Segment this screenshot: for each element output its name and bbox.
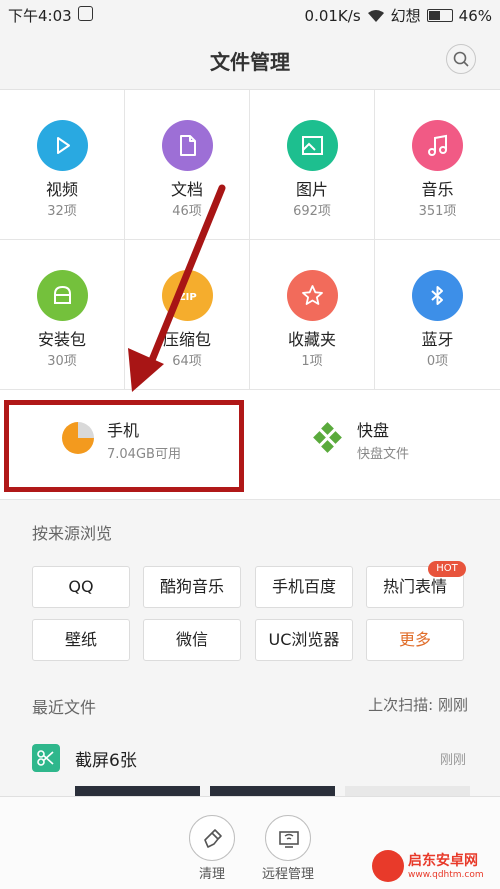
category-count: 692项 [293, 204, 331, 219]
category-label: 视频 [45, 180, 78, 199]
category-label: 图片 [295, 180, 328, 199]
broom-icon [204, 829, 222, 848]
star-icon [287, 270, 338, 321]
search-button[interactable] [446, 44, 476, 74]
wifi-icon [367, 9, 384, 22]
source-wallpaper[interactable]: 壁纸 [32, 619, 130, 661]
recent-file-name: 截屏6张 [75, 751, 137, 771]
remote-manage-button[interactable] [265, 815, 311, 861]
clean-button[interactable] [189, 815, 235, 861]
watermark: 启东安卓网 www.qdhtm.com [372, 848, 498, 886]
category-label: 压缩包 [162, 330, 211, 349]
watermark-url: www.qdhtm.com [408, 870, 484, 880]
android-icon [37, 270, 88, 321]
remote-icon [279, 831, 299, 848]
zip-icon: ZIP [162, 270, 213, 321]
category-count: 30项 [47, 354, 77, 369]
kuaipan-item[interactable]: 快盘 快盘文件 [250, 390, 500, 500]
storage-pie-icon [62, 422, 94, 454]
category-count: 351项 [418, 204, 457, 219]
hot-badge: HOT [428, 561, 466, 577]
status-time: 下午4:03 [8, 7, 72, 25]
recent-file-time: 刚刚 [439, 753, 466, 768]
category-count: 46项 [172, 204, 202, 219]
image-icon [287, 120, 338, 171]
phone-storage-title: 手机 [107, 421, 140, 440]
source-wechat[interactable]: 微信 [143, 619, 241, 661]
category-favorites[interactable]: 收藏夹 1项 [250, 240, 375, 390]
battery-percent: 46% [458, 6, 492, 25]
source-qq[interactable]: QQ [32, 566, 130, 608]
category-zip[interactable]: ZIP 压缩包 64项 [125, 240, 250, 390]
category-grid: 视频 32项 文档 46项 图片 692项 音乐 351项 安装包 30项 ZI… [0, 90, 500, 390]
category-image[interactable]: 图片 692项 [250, 90, 375, 240]
category-video[interactable]: 视频 32项 [0, 90, 125, 240]
category-count: 32项 [47, 204, 77, 219]
recent-heading: 最近文件 [32, 698, 97, 717]
category-document[interactable]: 文档 46项 [125, 90, 250, 240]
notification-icon [78, 6, 93, 21]
category-count: 64项 [172, 354, 202, 369]
source-uc-browser[interactable]: UC浏览器 [255, 619, 353, 661]
kuaipan-subtitle: 快盘文件 [357, 447, 410, 462]
category-music[interactable]: 音乐 351项 [375, 90, 500, 240]
battery-icon [426, 9, 453, 22]
source-more[interactable]: 更多 [366, 619, 464, 661]
search-icon [453, 51, 469, 67]
source-kugou[interactable]: 酷狗音乐 [143, 566, 241, 608]
zip-icon-text: ZIP [178, 292, 196, 303]
recent-file-item[interactable]: 截屏6张 刚刚 [0, 726, 500, 786]
network-speed: 0.01K/s [304, 6, 361, 25]
status-bar: 下午4:03 0.01K/s 幻想 46% [0, 0, 500, 28]
document-icon [162, 120, 213, 171]
kuaipan-title: 快盘 [357, 421, 390, 440]
bluetooth-icon [412, 270, 463, 321]
remote-manage-label: 远程管理 [261, 867, 314, 882]
category-label: 蓝牙 [421, 330, 454, 349]
source-baidu[interactable]: 手机百度 [255, 566, 353, 608]
source-heading: 按来源浏览 [32, 524, 113, 543]
last-scan-label: 上次扫描: 刚刚 [368, 696, 468, 714]
category-label: 安装包 [37, 330, 86, 349]
category-count: 0项 [426, 354, 449, 369]
category-count: 1项 [301, 354, 323, 369]
category-label: 收藏夹 [287, 330, 336, 349]
carrier-name: 幻想 [390, 7, 421, 25]
watermark-logo-icon [372, 850, 404, 882]
storage-section: 手机 7.04GB可用 快盘 快盘文件 [0, 390, 500, 500]
category-bluetooth[interactable]: 蓝牙 0项 [375, 240, 500, 390]
category-label: 音乐 [421, 180, 454, 199]
music-icon [412, 120, 463, 171]
play-icon [37, 120, 88, 171]
phone-storage-free: 7.04GB可用 [107, 447, 181, 462]
watermark-name: 启东安卓网 [408, 853, 478, 869]
title-bar: 文件管理 [0, 28, 500, 90]
category-apk[interactable]: 安装包 30项 [0, 240, 125, 390]
status-right: 0.01K/s 幻想 46% [305, 5, 492, 26]
page-title: 文件管理 [210, 50, 290, 74]
phone-storage-item[interactable]: 手机 7.04GB可用 [0, 390, 250, 500]
kuaipan-logo-icon [313, 422, 342, 453]
category-label: 文档 [170, 180, 203, 199]
screenshot-icon [32, 744, 60, 772]
